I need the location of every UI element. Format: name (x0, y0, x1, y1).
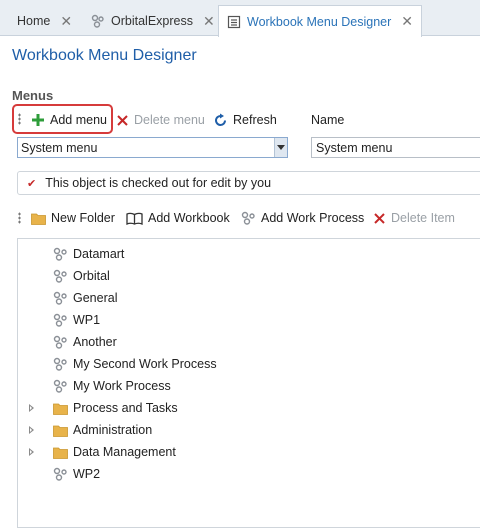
folder-icon (53, 424, 68, 437)
name-label: Name (311, 113, 345, 127)
tree-folder[interactable]: Administration (53, 420, 152, 440)
refresh-button[interactable]: Refresh (214, 109, 277, 131)
add-work-process-button[interactable]: Add Work Process (241, 207, 364, 229)
section-title: Menus (12, 88, 54, 103)
folder-icon (53, 402, 68, 415)
tab-label: Home (17, 14, 51, 28)
tree-item-label: General (73, 291, 118, 305)
tab-label: OrbitalExpress (111, 14, 193, 28)
tree-item-label: My Second Work Process (73, 357, 217, 371)
workprocess-icon (241, 211, 256, 225)
workprocess-icon (53, 269, 68, 283)
workprocess-icon (53, 467, 68, 481)
workprocess-icon (53, 335, 68, 349)
add-workbook-button[interactable]: Add Workbook (126, 207, 230, 229)
tab-workbook-menu-designer[interactable]: Workbook Menu Designer ✕ (218, 5, 423, 37)
name-field[interactable]: System menu (311, 137, 480, 158)
delete-icon (373, 212, 386, 225)
folder-icon (53, 446, 68, 459)
delete-item-button[interactable]: Delete Item (373, 207, 455, 229)
workprocess-icon (53, 291, 68, 305)
add-work-process-label: Add Work Process (261, 211, 365, 225)
add-menu-button[interactable]: Add menu (31, 109, 107, 131)
tree-item[interactable]: My Work Process (53, 376, 171, 396)
tree-item[interactable]: General (53, 288, 117, 308)
tab-bar: Home ✕ OrbitalExpress ✕ Workbook Menu De… (0, 0, 480, 37)
tree-item[interactable]: WP2 (53, 464, 100, 484)
workprocess-icon (53, 357, 68, 371)
tree-item-label: Administration (73, 423, 153, 437)
page-title: Workbook Menu Designer (12, 47, 197, 64)
plus-icon (31, 113, 45, 127)
close-icon[interactable]: ✕ (401, 13, 413, 30)
tree-item[interactable]: My Second Work Process (53, 354, 217, 374)
tree-item[interactable]: Another (53, 332, 117, 352)
close-icon[interactable]: ✕ (203, 13, 215, 30)
menu-tree[interactable]: Datamart Orbital General WP1 Another My … (17, 238, 480, 528)
book-icon (126, 212, 143, 225)
workprocess-icon (53, 313, 68, 327)
name-field-value: System menu (316, 140, 393, 155)
tree-item-label: Orbital (73, 269, 110, 283)
menu-designer-icon (227, 15, 241, 29)
new-folder-button[interactable]: New Folder (31, 207, 115, 229)
expand-arrow-icon[interactable] (29, 404, 34, 412)
tree-item-label: Process and Tasks (73, 401, 178, 415)
tree-item[interactable]: Orbital (53, 266, 110, 286)
checkmark-icon: ✔ (27, 177, 37, 190)
tree-folder[interactable]: Data Management (53, 442, 176, 462)
delete-icon (116, 114, 129, 127)
tree-item-label: Data Management (73, 445, 176, 459)
refresh-icon (214, 113, 228, 127)
menu-select[interactable]: System menu (17, 137, 288, 158)
menu-select-value: System menu (21, 140, 98, 155)
delete-menu-label: Delete menu (134, 113, 205, 127)
expand-arrow-icon[interactable] (29, 448, 34, 456)
add-workbook-label: Add Workbook (148, 211, 230, 225)
delete-item-label: Delete Item (391, 211, 455, 225)
tree-item-label: My Work Process (73, 379, 171, 393)
delete-menu-button[interactable]: Delete menu (116, 109, 205, 131)
notice-text: This object is checked out for edit by y… (45, 176, 272, 190)
tab-label: Workbook Menu Designer (247, 14, 392, 29)
workprocess-icon (53, 379, 68, 393)
tree-item[interactable]: Datamart (53, 244, 124, 264)
workprocess-icon (53, 247, 68, 261)
tree-item-label: Another (73, 335, 117, 349)
checkout-notice: ✔ This object is checked out for edit by… (17, 171, 480, 195)
toolbar-grip[interactable] (18, 212, 21, 224)
new-folder-label: New Folder (51, 211, 115, 225)
tree-item-label: Datamart (73, 247, 125, 261)
tree-item-label: WP1 (73, 313, 101, 327)
tab-orbitalexpress[interactable]: OrbitalExpress ✕ (82, 5, 224, 36)
refresh-label: Refresh (233, 113, 277, 127)
add-menu-label: Add menu (50, 113, 107, 127)
tab-home[interactable]: Home ✕ (8, 5, 81, 36)
tree-item-label: WP2 (73, 467, 101, 481)
expand-arrow-icon[interactable] (29, 426, 34, 434)
workprocess-icon (91, 14, 105, 28)
tree-item[interactable]: WP1 (53, 310, 100, 330)
folder-icon (31, 212, 46, 225)
chevron-down-icon[interactable] (274, 138, 287, 157)
tree-folder[interactable]: Process and Tasks (53, 398, 178, 418)
close-icon[interactable]: ✕ (60, 13, 72, 30)
